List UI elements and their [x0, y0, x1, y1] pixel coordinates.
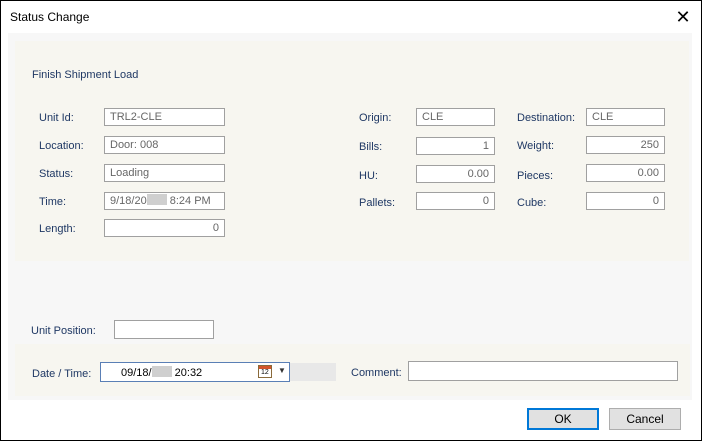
comment-input[interactable]: [408, 361, 678, 381]
pallets-label: Pallets:: [359, 197, 396, 209]
weight-label: Weight:: [517, 140, 555, 152]
date-time-label: Date / Time:: [32, 368, 92, 380]
location-label: Location:: [39, 140, 84, 152]
date-time-picker[interactable]: 09/18/ 20:32 12 ▼: [100, 362, 290, 382]
time-clock-part: 8:24 PM: [166, 195, 211, 207]
hu-label: HU:: [359, 170, 378, 182]
pieces-label: Pieces:: [517, 170, 554, 182]
bills-field: 1: [416, 137, 495, 155]
date-time-value: 09/18/ 20:32: [121, 366, 203, 379]
redacted-mask: [151, 366, 172, 377]
cube-label: Cube:: [517, 197, 547, 209]
length-field: 0: [104, 219, 225, 237]
comment-label: Comment:: [351, 367, 402, 379]
hu-field: 0.00: [416, 165, 495, 183]
unit-position-label: Unit Position:: [31, 325, 96, 337]
bills-label: Bills:: [359, 141, 383, 153]
section-title: Finish Shipment Load: [32, 69, 139, 81]
unit-id-field: TRL2-CLE: [104, 108, 225, 126]
time-field: 9/18/20 8:24 PM: [104, 192, 225, 210]
ok-button[interactable]: OK: [527, 408, 599, 430]
status-label: Status:: [39, 168, 74, 180]
unit-id-label: Unit Id:: [39, 112, 74, 124]
cancel-button[interactable]: Cancel: [609, 408, 681, 430]
weight-field: 250: [586, 136, 665, 154]
destination-label: Destination:: [517, 112, 576, 124]
pallets-field: 0: [416, 192, 495, 210]
disabled-spacer-box: [290, 363, 336, 381]
calendar-icon[interactable]: 12: [258, 365, 272, 378]
status-field: Loading: [104, 164, 225, 182]
cube-field: 0: [586, 192, 665, 210]
location-field: Door: 008: [104, 136, 225, 154]
window-title: Status Change: [10, 10, 90, 24]
redacted-mask: [146, 194, 167, 205]
close-icon[interactable]: ✕: [668, 5, 698, 29]
unit-position-input[interactable]: [114, 320, 214, 339]
origin-field: CLE: [416, 108, 495, 126]
title-bar[interactable]: Status Change ✕: [1, 1, 701, 33]
origin-label: Origin:: [359, 112, 392, 124]
time-date-part: 9/18/20: [110, 195, 147, 207]
chevron-down-icon[interactable]: ▼: [278, 366, 286, 375]
destination-field: CLE: [586, 108, 665, 126]
length-label: Length:: [39, 223, 76, 235]
pieces-field: 0.00: [586, 164, 665, 182]
time-label: Time:: [39, 196, 67, 208]
